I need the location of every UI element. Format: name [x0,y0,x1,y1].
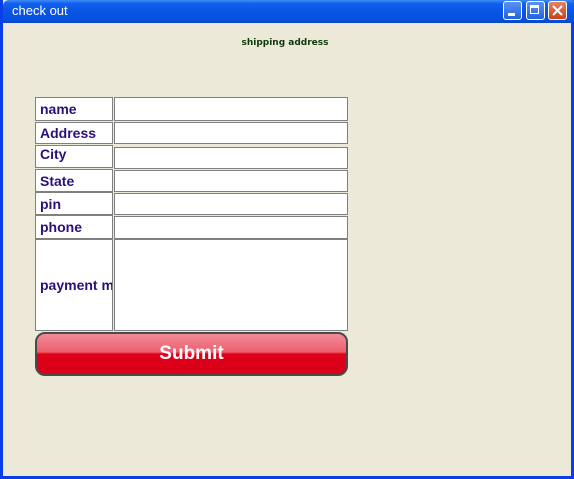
phone-label: phone [35,215,113,239]
address-input[interactable] [114,122,348,144]
pin-label: pin [35,192,113,215]
phone-input[interactable] [114,216,348,239]
address-label: Address [35,122,113,144]
payment-method-label: payment m [35,239,113,331]
city-input[interactable] [114,147,348,169]
pin-input[interactable] [114,193,348,215]
state-input[interactable] [114,170,348,192]
close-icon [552,5,563,16]
close-button[interactable] [548,1,567,20]
window-title: check out [12,3,68,18]
payment-method-input[interactable] [114,239,348,331]
name-input[interactable] [114,97,348,121]
state-label: State [35,169,113,192]
form-heading: shipping address [241,38,329,48]
maximize-button[interactable] [526,1,545,20]
minimize-button[interactable] [503,1,522,20]
checkout-window: check out shipping address name Address … [0,0,574,479]
city-label: City [35,145,113,168]
title-bar[interactable]: check out [3,0,574,23]
name-label: name [35,97,113,121]
submit-button[interactable]: Submit [35,332,348,376]
